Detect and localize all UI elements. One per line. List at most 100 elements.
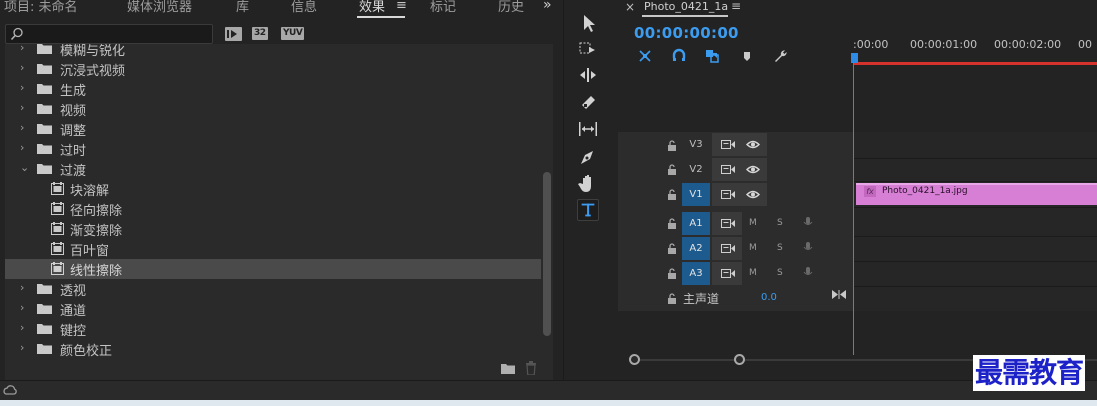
tree-folder-row[interactable]: › 过时 [5,139,543,159]
chevron-right-icon[interactable]: › [20,341,30,355]
tree-folder-row[interactable]: › 调整 [5,119,543,139]
ripple-edit-tool-icon[interactable] [577,64,599,86]
playhead-timecode[interactable]: 00:00:00:00 [634,24,739,42]
sync-lock-icon[interactable] [721,218,735,229]
timeline-clip[interactable]: fx Photo_0421_1a.jpg [856,183,1097,205]
effects-tab-menu-icon[interactable]: ≡ [396,0,407,13]
tree-effect-row[interactable]: 渐变擦除 [5,219,543,239]
track-select-tool-icon[interactable] [577,38,599,60]
track-name-a2[interactable]: A2 [682,237,710,260]
tab-info[interactable]: 信息 [291,0,317,15]
track-name-v2[interactable]: V2 [682,158,710,181]
chevron-right-icon[interactable]: › [20,141,30,155]
track-name-a1[interactable]: A1 [682,212,710,235]
chevron-right-icon[interactable]: › [20,301,30,315]
chevron-right-icon[interactable]: › [20,321,30,335]
playhead-handle[interactable] [851,53,858,63]
chevron-right-icon[interactable]: › [20,44,30,55]
mute-button[interactable]: M [749,243,757,253]
chevron-right-icon[interactable]: › [20,61,30,75]
creative-cloud-icon[interactable] [3,384,17,397]
accelerated-effects-icon[interactable] [225,27,242,41]
sync-lock-icon[interactable] [721,164,735,175]
add-marker-icon[interactable] [739,48,755,64]
mute-button[interactable]: M [749,218,757,228]
hand-tool-icon[interactable] [577,172,599,194]
work-area-bar[interactable] [853,62,1097,65]
sync-lock-icon[interactable] [721,139,735,150]
effects-search-input[interactable] [5,24,213,44]
tab-effects[interactable]: 效果 [359,0,385,15]
tab-project[interactable]: 项目: 未命名 [4,0,78,15]
lock-icon[interactable] [667,164,677,175]
fx-badge[interactable]: fx [864,186,876,197]
linked-selection-icon[interactable] [704,48,720,64]
32bit-effects-icon[interactable]: 32 [252,27,268,40]
type-tool-icon[interactable] [577,199,599,221]
chevron-down-icon[interactable]: ⌄ [20,161,30,175]
lock-icon[interactable] [667,189,677,200]
lock-icon[interactable] [667,243,677,254]
sync-lock-icon[interactable] [721,243,735,254]
track-name-a3[interactable]: A3 [682,262,710,285]
lock-icon[interactable] [667,268,677,279]
slip-tool-icon[interactable] [577,118,599,140]
zoom-handle-right[interactable] [734,354,745,365]
eye-icon[interactable] [746,139,760,150]
microphone-icon[interactable] [801,242,815,253]
tree-folder-row[interactable]: ⌄ 过渡 [5,159,543,179]
microphone-icon[interactable] [801,217,815,228]
close-sequence-icon[interactable]: × [625,0,635,14]
tab-history[interactable]: 历史 [498,0,524,15]
timeline-settings-wrench-icon[interactable] [772,48,788,64]
lock-icon[interactable] [667,293,677,304]
tree-folder-row[interactable]: › 透视 [5,279,543,299]
tree-folder-row[interactable]: › 视频 [5,99,543,119]
sequence-tab[interactable]: Photo_0421_1a [644,0,728,13]
sequence-menu-icon[interactable]: ≡ [731,0,741,13]
tree-effect-row[interactable]: 百叶窗 [5,239,543,259]
eye-icon[interactable] [746,189,760,200]
tab-libraries[interactable]: 库 [236,0,249,15]
tab-markers[interactable]: 标记 [430,0,456,15]
zoom-handle-left[interactable] [629,354,640,365]
pen-tool-icon[interactable] [577,146,599,168]
eye-icon[interactable] [746,164,760,175]
tree-folder-row[interactable]: › 颜色校正 [5,339,543,358]
tree-folder-row[interactable]: › 沉浸式视频 [5,59,543,79]
mute-button[interactable]: M [749,268,757,278]
tree-folder-row[interactable]: › 生成 [5,79,543,99]
microphone-icon[interactable] [801,267,815,278]
tree-effect-row[interactable]: 块溶解 [5,179,543,199]
selection-tool-icon[interactable] [577,12,599,34]
master-meter-icon[interactable] [832,289,846,300]
trash-icon[interactable] [525,361,537,375]
playhead-line[interactable] [853,63,854,355]
tree-effect-row[interactable]: 径向擦除 [5,199,543,219]
tree-folder-row[interactable]: › 模糊与锐化 [5,44,543,59]
snap-icon[interactable] [671,48,687,64]
chevron-right-icon[interactable]: › [20,281,30,295]
tab-media-browser[interactable]: 媒体浏览器 [127,0,192,15]
new-bin-icon[interactable] [501,363,515,374]
tree-scrollbar-thumb[interactable] [543,172,551,336]
master-volume-value[interactable]: 0.0 [761,292,777,303]
track-name-v3[interactable]: V3 [682,133,710,156]
chevron-right-icon[interactable]: › [20,101,30,115]
sync-lock-icon[interactable] [721,268,735,279]
razor-tool-icon[interactable] [577,91,599,113]
solo-button[interactable]: S [777,218,783,228]
tree-folder-row[interactable]: › 通道 [5,299,543,319]
tree-effect-row-selected[interactable]: 线性擦除 [5,259,543,279]
solo-button[interactable]: S [777,268,783,278]
track-name-v1[interactable]: V1 [682,183,710,206]
chevron-right-icon[interactable]: › [20,81,30,95]
solo-button[interactable]: S [777,243,783,253]
lock-icon[interactable] [667,140,677,151]
sync-lock-icon[interactable] [721,189,735,200]
lock-icon[interactable] [667,218,677,229]
tree-folder-row[interactable]: › 键控 [5,319,543,339]
yuv-effects-icon[interactable]: YUV [281,27,305,40]
more-tabs-icon[interactable]: » [543,0,552,13]
chevron-right-icon[interactable]: › [20,121,30,135]
